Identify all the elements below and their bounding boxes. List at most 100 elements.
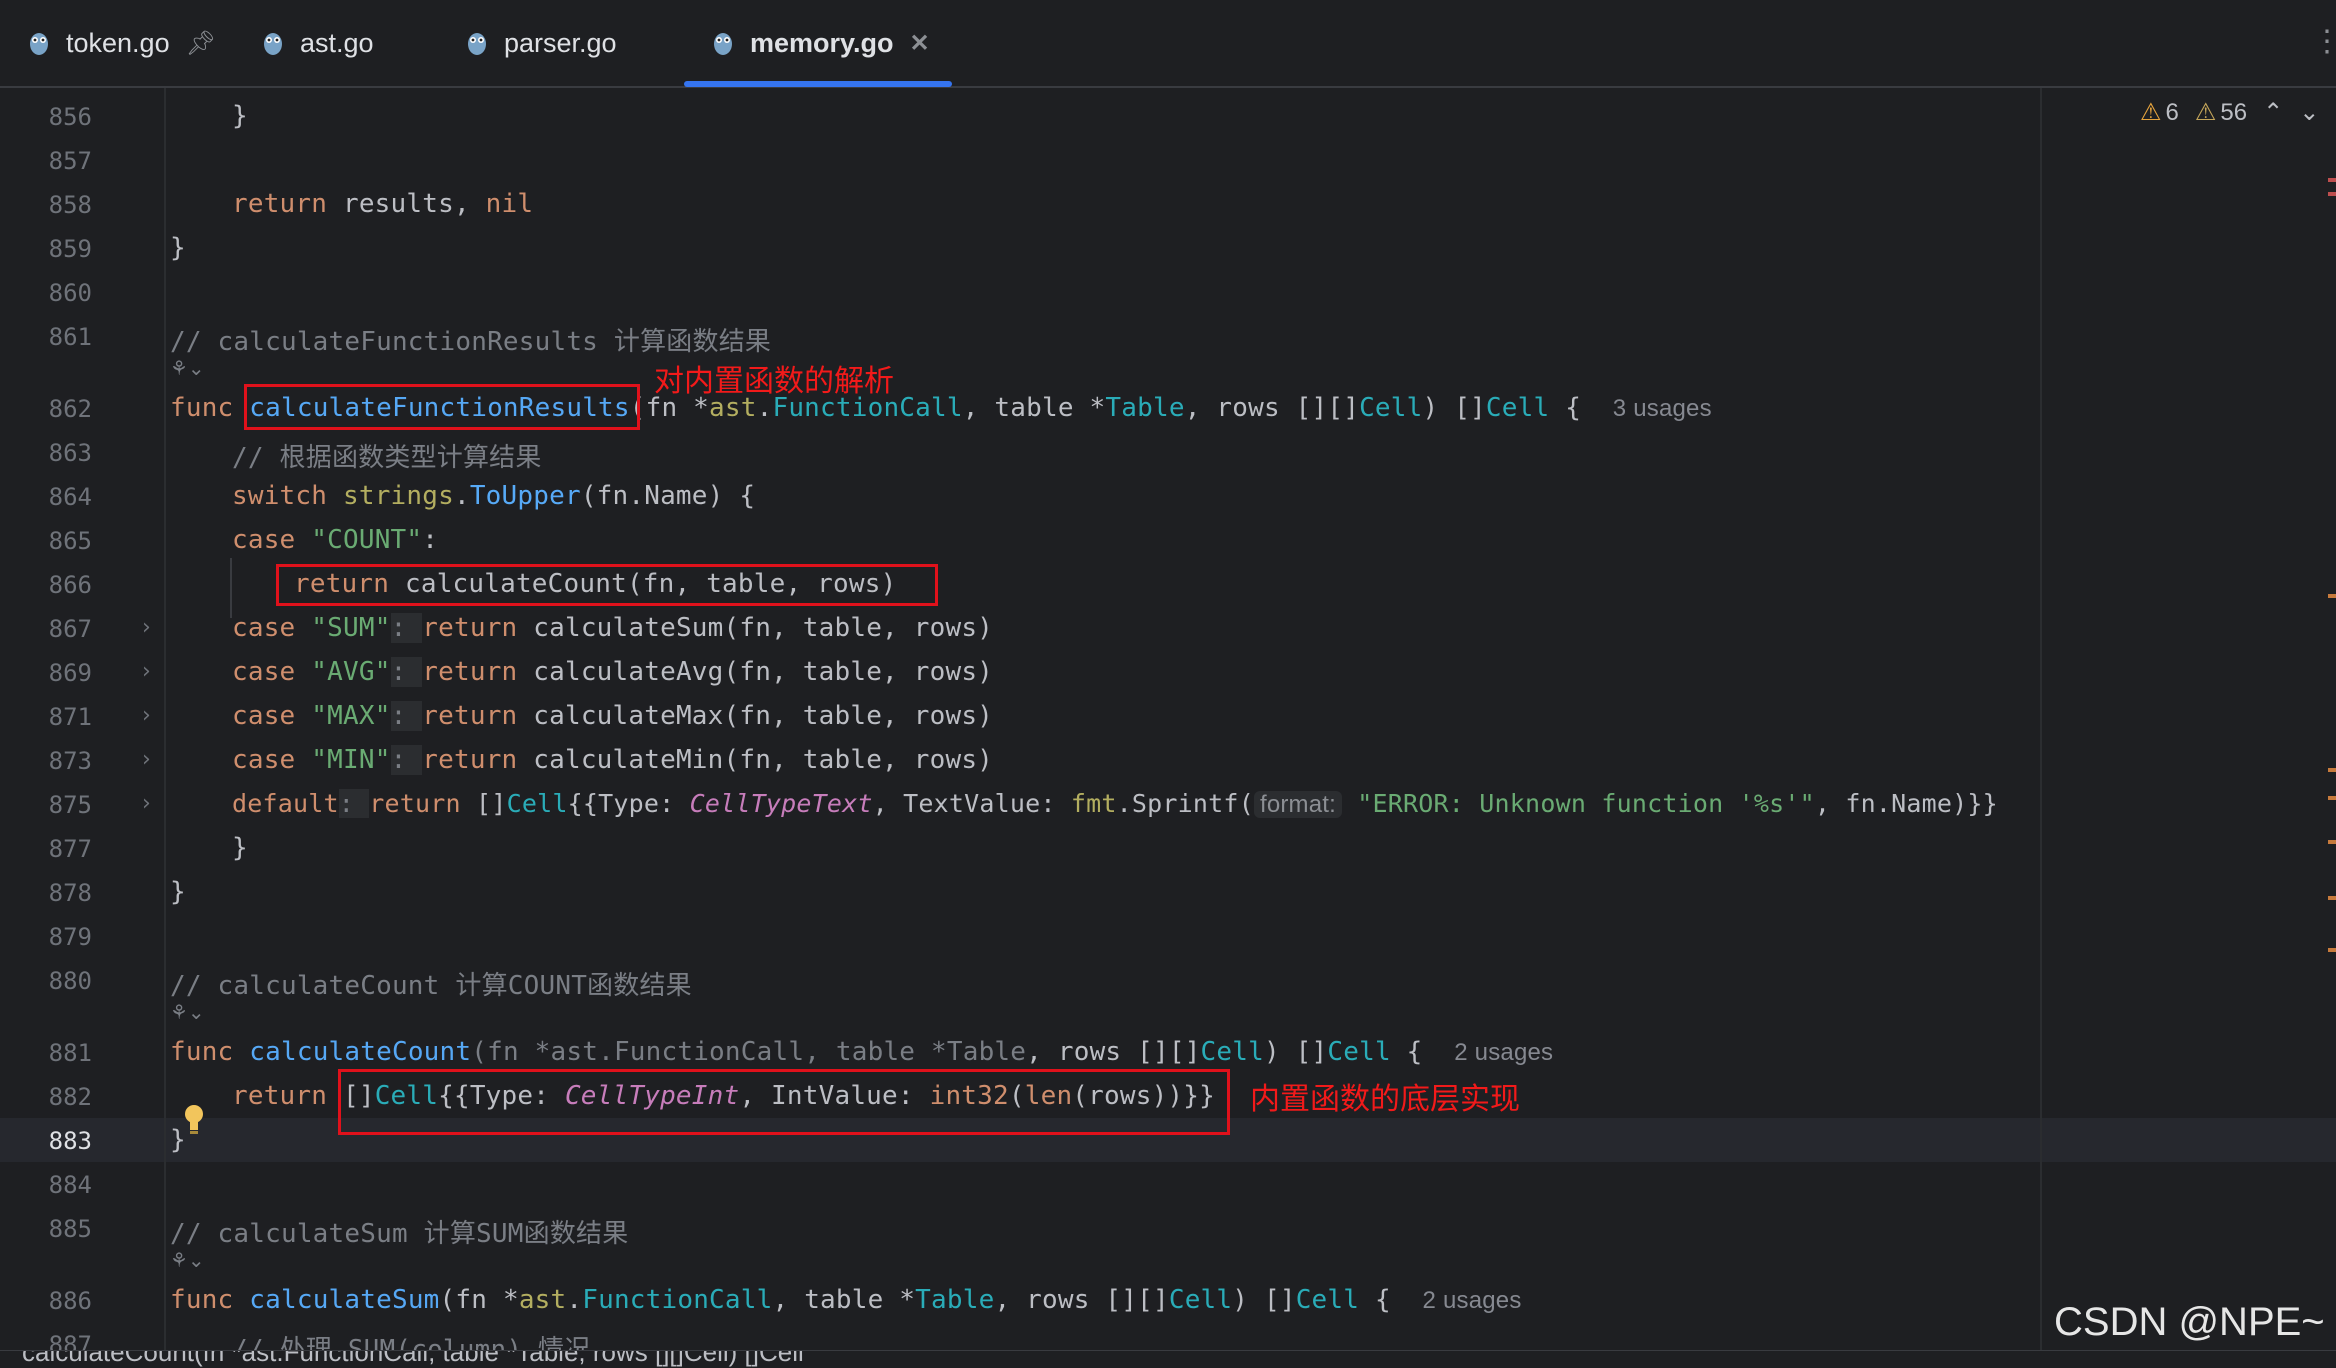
tab-memory-go[interactable]: memory.go ✕: [712, 0, 930, 86]
line-number[interactable]: 865: [0, 527, 92, 555]
line-number[interactable]: 863: [0, 439, 92, 467]
expand-fold-icon[interactable]: ›: [142, 791, 151, 816]
line-number[interactable]: 873: [0, 747, 92, 775]
line-number[interactable]: 879: [0, 923, 92, 951]
expand-fold-icon[interactable]: ›: [142, 615, 151, 640]
line-number[interactable]: 866: [0, 571, 92, 599]
scroll-marker[interactable]: [2328, 594, 2336, 598]
indent-guide: [230, 558, 232, 618]
tab-label: parser.go: [504, 27, 617, 58]
scroll-marker[interactable]: [2328, 948, 2336, 952]
line-number[interactable]: 858: [0, 191, 92, 219]
line-number[interactable]: 886: [0, 1287, 92, 1315]
line-number[interactable]: 882: [0, 1083, 92, 1111]
code-line-877: }: [232, 833, 248, 863]
gopher-icon: [468, 33, 486, 55]
warning-count[interactable]: ⚠ 56: [2195, 98, 2247, 127]
annotation-box-count-call: [276, 564, 938, 606]
code-line-859: }: [170, 233, 186, 263]
breadcrumb-label[interactable]: calculateCount(fn *ast.FunctionCall, tab…: [22, 1351, 804, 1368]
next-highlight-icon[interactable]: ⌄: [2299, 98, 2319, 127]
code-line-867: case "SUM": return calculateSum(fn, tabl…: [232, 613, 994, 643]
pin-icon[interactable]: 📌︎: [186, 29, 216, 58]
code-line-878: }: [170, 877, 186, 907]
code-line-885-comment: // calculateSum 计算SUM函数结果: [170, 1219, 629, 1249]
line-number[interactable]: 877: [0, 835, 92, 863]
active-tab-indicator: [684, 81, 952, 87]
line-number[interactable]: 881: [0, 1039, 92, 1067]
tab-label: token.go: [66, 27, 170, 58]
usages-hint[interactable]: 2 usages: [1454, 1039, 1553, 1066]
line-number-current[interactable]: 883: [0, 1127, 92, 1155]
breadcrumb[interactable]: calculateCount(fn *ast.FunctionCall, tab…: [0, 1350, 2336, 1368]
scroll-marker[interactable]: [2328, 840, 2336, 844]
line-number[interactable]: 864: [0, 483, 92, 511]
tab-label: ast.go: [300, 27, 374, 58]
line-number[interactable]: 871: [0, 703, 92, 731]
line-number[interactable]: 861: [0, 323, 92, 351]
line-number[interactable]: 885: [0, 1215, 92, 1243]
line-number[interactable]: 878: [0, 879, 92, 907]
expand-fold-icon[interactable]: ›: [142, 747, 151, 772]
code-line-875: default: return []Cell{{Type: CellTypeTe…: [232, 789, 1998, 818]
line-number[interactable]: 875: [0, 791, 92, 819]
code-line-869: case "AVG": return calculateAvg(fn, tabl…: [232, 657, 994, 687]
code-line-861-comment: // calculateFunctionResults 计算函数结果: [170, 327, 772, 357]
line-number[interactable]: 867: [0, 615, 92, 643]
line-number[interactable]: 862: [0, 395, 92, 423]
scroll-marker[interactable]: [2328, 178, 2336, 182]
editor-tab-bar: token.go 📌︎ ast.go parser.go memory.go ✕…: [0, 0, 2336, 88]
annotation-label: 对内置函数的解析: [654, 364, 894, 399]
code-line-880-comment: // calculateCount 计算COUNT函数结果: [170, 971, 692, 1001]
error-count[interactable]: ⚠ 6: [2140, 98, 2179, 127]
ai-assist-icon[interactable]: ⚘⌄: [170, 1248, 205, 1272]
line-number[interactable]: 860: [0, 279, 92, 307]
tab-token-go[interactable]: token.go 📌︎: [28, 0, 216, 86]
line-number[interactable]: 856: [0, 103, 92, 131]
gopher-icon: [264, 33, 282, 55]
code-line-856: }: [232, 101, 248, 131]
watermark: CSDN @NPE~: [2054, 1300, 2325, 1344]
code-line-883: }: [170, 1125, 186, 1155]
code-line-864: switch strings.ToUpper(fn.Name) {: [232, 481, 756, 511]
code-editor[interactable]: 856 857 858 859 860 861 862 863 864 865 …: [0, 88, 2336, 1365]
scroll-marker[interactable]: [2328, 896, 2336, 900]
tab-parser-go[interactable]: parser.go: [466, 0, 617, 86]
expand-fold-icon[interactable]: ›: [142, 703, 151, 728]
expand-fold-icon[interactable]: ›: [142, 659, 151, 684]
right-margin-guide: [2040, 88, 2042, 1350]
ai-assist-icon[interactable]: ⚘⌄: [170, 356, 205, 380]
code-line-863-comment: // 根据函数类型计算结果: [232, 443, 542, 473]
previous-highlight-icon[interactable]: ⌃: [2263, 98, 2283, 127]
gopher-icon: [714, 33, 732, 55]
code-line-873: case "MIN": return calculateMin(fn, tabl…: [232, 745, 994, 775]
annotation-label: 内置函数的底层实现: [1250, 1082, 1520, 1117]
scroll-marker[interactable]: [2328, 192, 2336, 196]
tab-ast-go[interactable]: ast.go: [262, 0, 374, 86]
code-line-881: func calculateCount(fn *ast.FunctionCall…: [170, 1037, 1554, 1067]
annotation-box-function-name: [244, 384, 640, 430]
line-number[interactable]: 880: [0, 967, 92, 995]
line-number[interactable]: 869: [0, 659, 92, 687]
scroll-marker[interactable]: [2328, 796, 2336, 800]
scroll-marker[interactable]: [2328, 768, 2336, 772]
ai-assist-icon[interactable]: ⚘⌄: [170, 1000, 205, 1024]
more-options-icon[interactable]: ⋮: [2312, 24, 2336, 59]
parameter-hint: format:: [1253, 791, 1343, 818]
gopher-icon: [30, 33, 48, 55]
lightbulb-icon[interactable]: [184, 1104, 204, 1134]
code-line-865: case "COUNT":: [232, 525, 439, 555]
tab-label: memory.go: [750, 27, 894, 58]
line-number[interactable]: 884: [0, 1171, 92, 1199]
inspections-widget[interactable]: ⚠ 6 ⚠ 56 ⌃ ⌄: [2140, 98, 2319, 127]
close-icon[interactable]: ✕: [910, 29, 930, 58]
usages-hint[interactable]: 2 usages: [1423, 1287, 1522, 1314]
usages-hint[interactable]: 3 usages: [1613, 395, 1712, 422]
code-line-858: return results, nil: [232, 189, 534, 219]
code-line-871: case "MAX": return calculateMax(fn, tabl…: [232, 701, 994, 731]
annotation-box-count-impl: [338, 1069, 1230, 1135]
gutter-separator: [164, 88, 166, 1350]
code-line-886: func calculateSum(fn *ast.FunctionCall, …: [170, 1285, 1522, 1315]
line-number[interactable]: 857: [0, 147, 92, 175]
line-number[interactable]: 859: [0, 235, 92, 263]
